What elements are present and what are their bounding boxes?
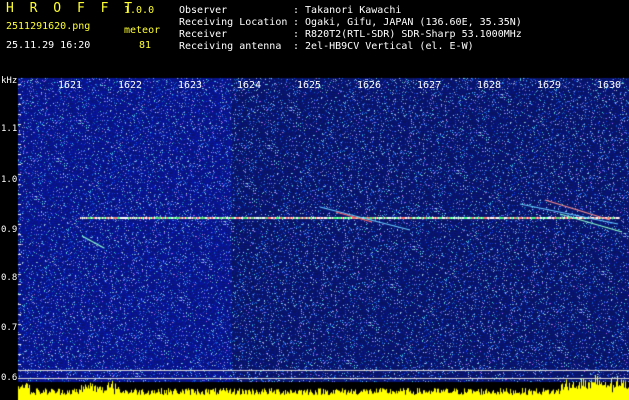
mode-label: meteor [124, 25, 161, 36]
location-value: : Ogaki, Gifu, JAPAN (136.60E, 35.35N) [293, 17, 522, 28]
y-tick-label: 1.0 [1, 175, 18, 185]
y-tick-label: 0.8 [1, 273, 18, 283]
antenna-value: : 2el-HB9CV Vertical (el. E-W) [293, 41, 474, 52]
x-tick-label: 1628 [477, 80, 502, 91]
y-tick-label: 0.9 [1, 225, 18, 235]
x-tick-label: 1627 [417, 80, 442, 91]
receiver-value: : R820T2(RTL-SDR) SDR-Sharp 53.1000MHz [293, 29, 522, 40]
header-panel: H R O F F T 1.0.0 2511291620.png meteor … [0, 0, 629, 74]
x-tick-label: 1622 [118, 80, 143, 91]
observer-value: : Takanori Kawachi [293, 5, 402, 16]
x-tick-label: 1621 [58, 80, 83, 91]
file-name: 2511291620.png [6, 21, 91, 32]
location-label: Receiving Location [179, 17, 288, 28]
meteor-count: 81 [139, 40, 152, 51]
receiver-label: Receiver [179, 29, 228, 40]
x-tick-label: 1625 [297, 80, 322, 91]
y-tick-label: 1.1 [1, 124, 18, 134]
waterfall-spectrogram [0, 74, 629, 400]
y-tick-label: 0.7 [1, 323, 18, 333]
x-tick-label: 1626 [357, 80, 382, 91]
x-tick-label: 1623 [178, 80, 203, 91]
x-tick-label: 1630 [597, 80, 622, 91]
capture-datetime: 25.11.29 16:20 [6, 40, 91, 51]
antenna-label: Receiving antenna [179, 41, 282, 52]
app-version: 1.0.0 [124, 5, 155, 16]
x-tick-label: 1624 [237, 80, 262, 91]
axis-unit-label: kHz [1, 76, 18, 86]
observer-label: Observer [179, 5, 228, 16]
app-title: H R O F F T [6, 1, 137, 16]
y-tick-label: 0.6 [1, 373, 18, 383]
x-tick-label: 1629 [537, 80, 562, 91]
